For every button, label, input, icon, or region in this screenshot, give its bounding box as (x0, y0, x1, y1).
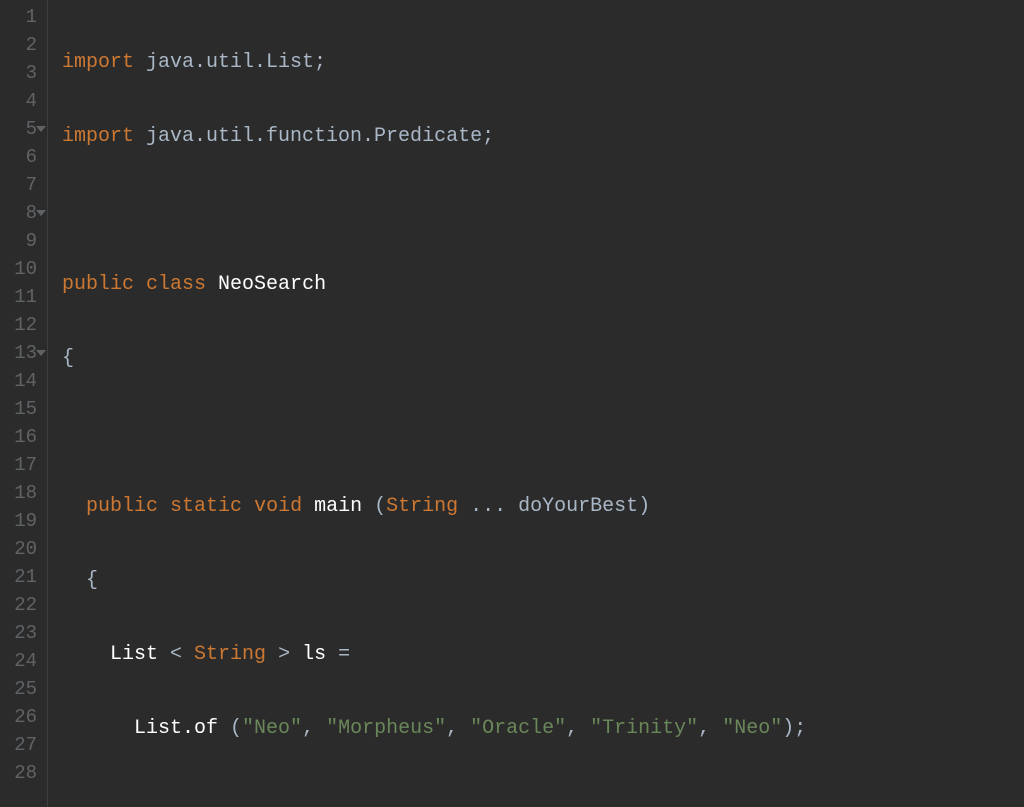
line-number: 10 (6, 255, 37, 283)
code-line[interactable]: List < String > ls = (62, 641, 1024, 669)
line-number: 15 (6, 395, 37, 423)
line-number: 2 (6, 31, 37, 59)
code-line[interactable] (62, 197, 1024, 225)
line-number: 26 (6, 703, 37, 731)
line-number-foldable[interactable]: 8 (6, 199, 37, 227)
line-number: 25 (6, 675, 37, 703)
line-number: 24 (6, 647, 37, 675)
line-number: 23 (6, 619, 37, 647)
line-number: 7 (6, 171, 37, 199)
code-line[interactable]: public class NeoSearch (62, 271, 1024, 299)
line-number: 21 (6, 563, 37, 591)
line-number: 17 (6, 451, 37, 479)
line-number: 9 (6, 227, 37, 255)
line-number: 14 (6, 367, 37, 395)
code-line[interactable]: { (62, 567, 1024, 595)
line-number-foldable[interactable]: 5 (6, 115, 37, 143)
code-line[interactable] (62, 419, 1024, 447)
line-number: 16 (6, 423, 37, 451)
code-line[interactable]: List.of ("Neo", "Morpheus", "Oracle", "T… (62, 715, 1024, 743)
code-area[interactable]: import java.util.List; import java.util.… (48, 0, 1024, 807)
line-number: 20 (6, 535, 37, 563)
code-line[interactable]: { (62, 345, 1024, 373)
line-number: 19 (6, 507, 37, 535)
code-line[interactable]: import java.util.function.Predicate; (62, 123, 1024, 151)
line-number: 22 (6, 591, 37, 619)
line-number: 18 (6, 479, 37, 507)
line-number: 1 (6, 3, 37, 31)
line-number: 27 (6, 731, 37, 759)
line-number: 11 (6, 283, 37, 311)
line-number-foldable[interactable]: 13 (6, 339, 37, 367)
line-number: 3 (6, 59, 37, 87)
code-line[interactable]: import java.util.List; (62, 49, 1024, 77)
line-number: 6 (6, 143, 37, 171)
line-number: 4 (6, 87, 37, 115)
code-line[interactable] (62, 789, 1024, 807)
line-number-gutter: 1 2 3 4 5 6 7 8 9 10 11 12 13 14 15 16 1… (0, 0, 48, 807)
line-number: 28 (6, 759, 37, 787)
code-editor[interactable]: 1 2 3 4 5 6 7 8 9 10 11 12 13 14 15 16 1… (0, 0, 1024, 807)
code-line[interactable]: public static void main (String ... doYo… (62, 493, 1024, 521)
line-number: 12 (6, 311, 37, 339)
